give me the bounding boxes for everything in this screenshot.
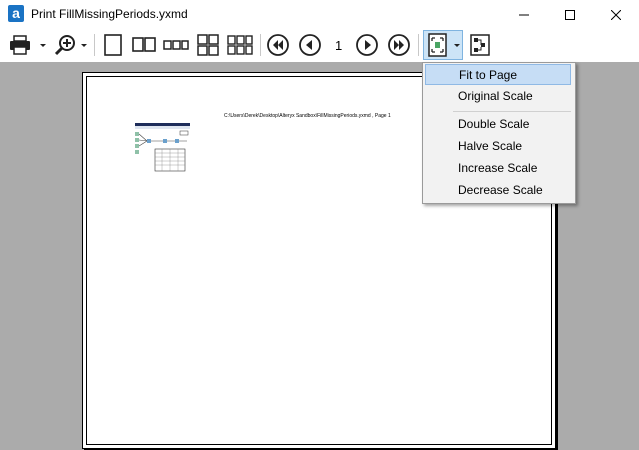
title-bar: a Print FillMissingPeriods.yxmd [0,0,639,29]
zoom-button[interactable] [52,32,90,58]
menu-item-increase-scale[interactable]: Increase Scale [425,158,571,179]
three-pages-button[interactable] [162,32,190,58]
workflow-layout-icon [470,34,490,56]
toolbar-separator [418,34,419,56]
fit-mode-button[interactable] [423,30,463,60]
menu-separator [453,111,571,112]
last-page-icon [388,34,410,56]
toolbar: 1 [0,29,639,62]
menu-item-double-scale[interactable]: Double Scale [425,114,571,135]
toolbar-separator [94,34,95,56]
last-page-button[interactable] [386,32,412,58]
close-button[interactable] [593,0,639,29]
zoom-in-icon [54,35,87,56]
menu-item-decrease-scale[interactable]: Decrease Scale [425,180,571,201]
fit-to-page-icon [428,33,460,57]
next-page-icon [356,34,378,56]
workflow-thumbnail [135,123,190,172]
app-logo-icon: a [8,5,24,22]
workflow-layout-button[interactable] [467,32,493,58]
printer-icon [10,35,46,55]
menu-item-original-scale[interactable]: Original Scale [425,86,571,107]
single-page-button[interactable] [100,32,126,58]
first-page-button[interactable] [265,32,291,58]
single-page-icon [104,34,122,56]
menu-item-fit-to-page[interactable]: Fit to Page [425,64,571,85]
four-pages-icon [197,34,219,56]
six-pages-button[interactable] [226,32,254,58]
next-page-button[interactable] [354,32,380,58]
window-title: Print FillMissingPeriods.yxmd [31,7,188,21]
four-pages-button[interactable] [194,32,222,58]
six-pages-icon [227,35,253,55]
scale-dropdown-menu: Fit to Page Original Scale Double Scale … [422,62,576,204]
toolbar-separator [260,34,261,56]
menu-item-halve-scale[interactable]: Halve Scale [425,136,571,157]
previous-page-icon [299,34,321,56]
minimize-button[interactable] [501,0,547,29]
first-page-icon [267,34,289,56]
print-button[interactable] [8,32,48,58]
maximize-button[interactable] [547,0,593,29]
two-pages-button[interactable] [130,32,158,58]
previous-page-button[interactable] [297,32,323,58]
page-header-text: C:\Users\Derek\Desktop\Alteryx Sandbox\F… [224,113,391,119]
three-pages-icon [163,40,189,50]
page-number: 1 [335,38,343,53]
two-pages-icon [132,37,156,52]
